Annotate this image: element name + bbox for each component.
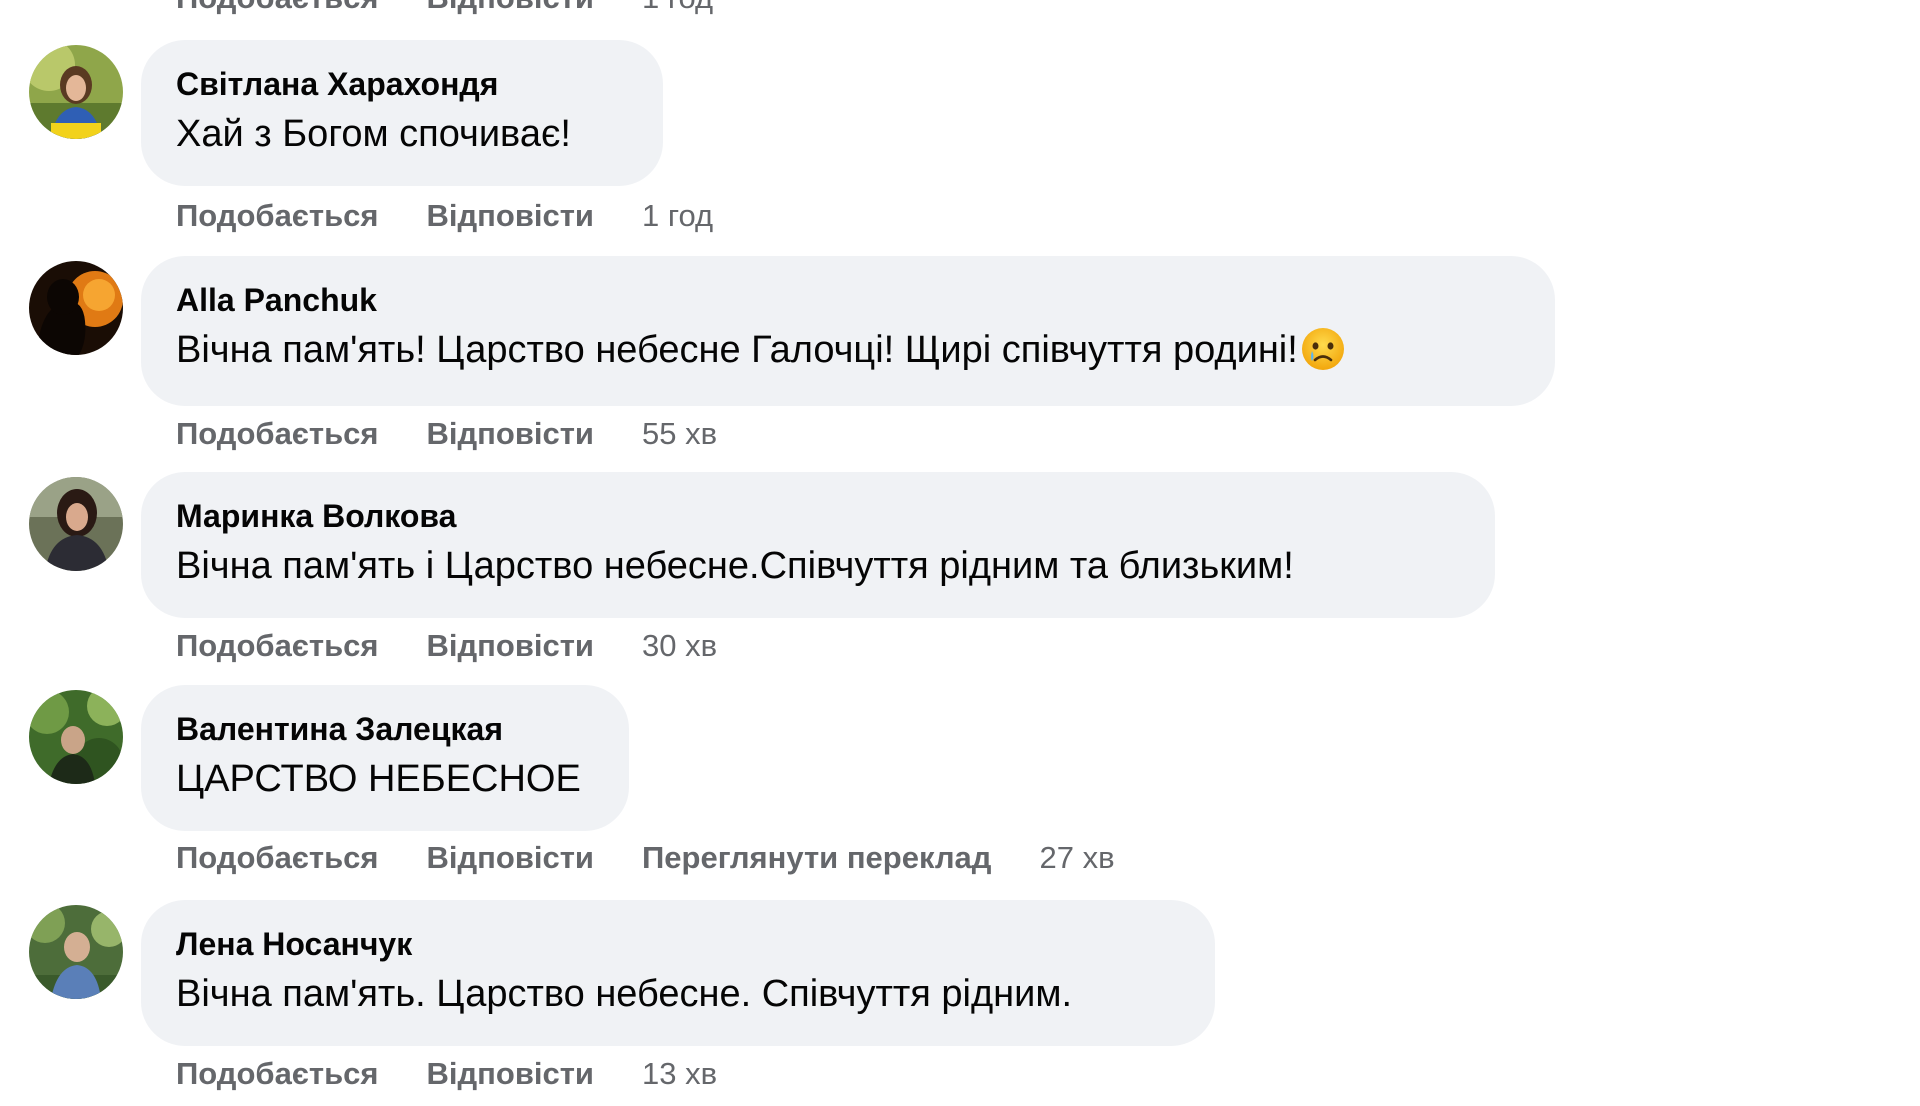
crying-face-emoji-icon (1300, 326, 1346, 372)
comment-author[interactable]: Лена Носанчук (176, 924, 1181, 964)
like-button[interactable]: Подобається (176, 1054, 379, 1094)
comment-text: Вічна пам'ять. Царство небесне. Співчутт… (176, 973, 1073, 1015)
comment-author[interactable]: Alla Panchuk (176, 280, 1521, 320)
comment-text: ЦАРСТВО НЕБЕСНОЕ (176, 758, 581, 800)
comment-text: Вічна пам'ять! Царство небесне Галочці! … (176, 326, 1521, 374)
comment-text: Хай з Богом спочиває! (176, 113, 571, 155)
like-button[interactable]: Подобається (176, 626, 379, 666)
reply-button[interactable]: Відповісти (427, 196, 595, 236)
comment-timestamp[interactable]: 27 хв (1039, 838, 1114, 878)
comment-author[interactable]: Маринка Волкова (176, 496, 1461, 536)
like-button[interactable]: Подобається (176, 838, 379, 878)
comment-actions: Подобається Відповісти 30 хв (176, 626, 717, 666)
comment-timestamp[interactable]: 1 год (642, 196, 713, 236)
comment-bubble: Валентина Залецкая ЦАРСТВО НЕБЕСНОЕ (141, 685, 629, 831)
comment-timestamp[interactable]: 30 хв (642, 626, 717, 666)
comment-actions: Подобається Відповісти Переглянути перек… (176, 838, 1115, 878)
comment-timestamp[interactable]: 55 хв (642, 414, 717, 454)
comment-actions: Подобається Відповісти 1 год (176, 196, 713, 236)
comment-text: Вічна пам'ять і Царство небесне.Співчутт… (176, 545, 1294, 587)
comment-text-content: Вічна пам'ять! Царство небесне Галочці! … (176, 329, 1298, 371)
like-button[interactable]: Подобається (176, 414, 379, 454)
comment-author[interactable]: Валентина Залецкая (176, 709, 595, 749)
comment-actions-partial: Подобається Відповісти 1 год (176, 0, 713, 18)
reply-button[interactable]: Відповісти (427, 626, 595, 666)
avatar[interactable] (29, 905, 123, 999)
comment-bubble: Alla Panchuk Вічна пам'ять! Царство небе… (141, 256, 1555, 406)
comment-actions: Подобається Відповісти 13 хв (176, 1054, 717, 1094)
like-button[interactable]: Подобається (176, 0, 379, 18)
reply-button[interactable]: Відповісти (427, 838, 595, 878)
reply-button[interactable]: Відповісти (427, 1054, 595, 1094)
avatar[interactable] (29, 261, 123, 355)
comments-section: Подобається Відповісти 1 год Світлана Ха… (0, 0, 1920, 1106)
comment-timestamp[interactable]: 1 год (642, 0, 713, 18)
comment-timestamp[interactable]: 13 хв (642, 1054, 717, 1094)
comment-bubble: Маринка Волкова Вічна пам'ять і Царство … (141, 472, 1495, 618)
reply-button[interactable]: Відповісти (427, 414, 595, 454)
reply-button[interactable]: Відповісти (427, 0, 595, 18)
comment-actions: Подобається Відповісти 55 хв (176, 414, 717, 454)
see-translation-button[interactable]: Переглянути переклад (642, 838, 991, 878)
comment-bubble: Лена Носанчук Вічна пам'ять. Царство неб… (141, 900, 1215, 1046)
comment-bubble: Світлана Харахондя Хай з Богом спочиває! (141, 40, 663, 186)
avatar[interactable] (29, 690, 123, 784)
avatar[interactable] (29, 45, 123, 139)
comment-author[interactable]: Світлана Харахондя (176, 64, 629, 104)
avatar[interactable] (29, 477, 123, 571)
like-button[interactable]: Подобається (176, 196, 379, 236)
